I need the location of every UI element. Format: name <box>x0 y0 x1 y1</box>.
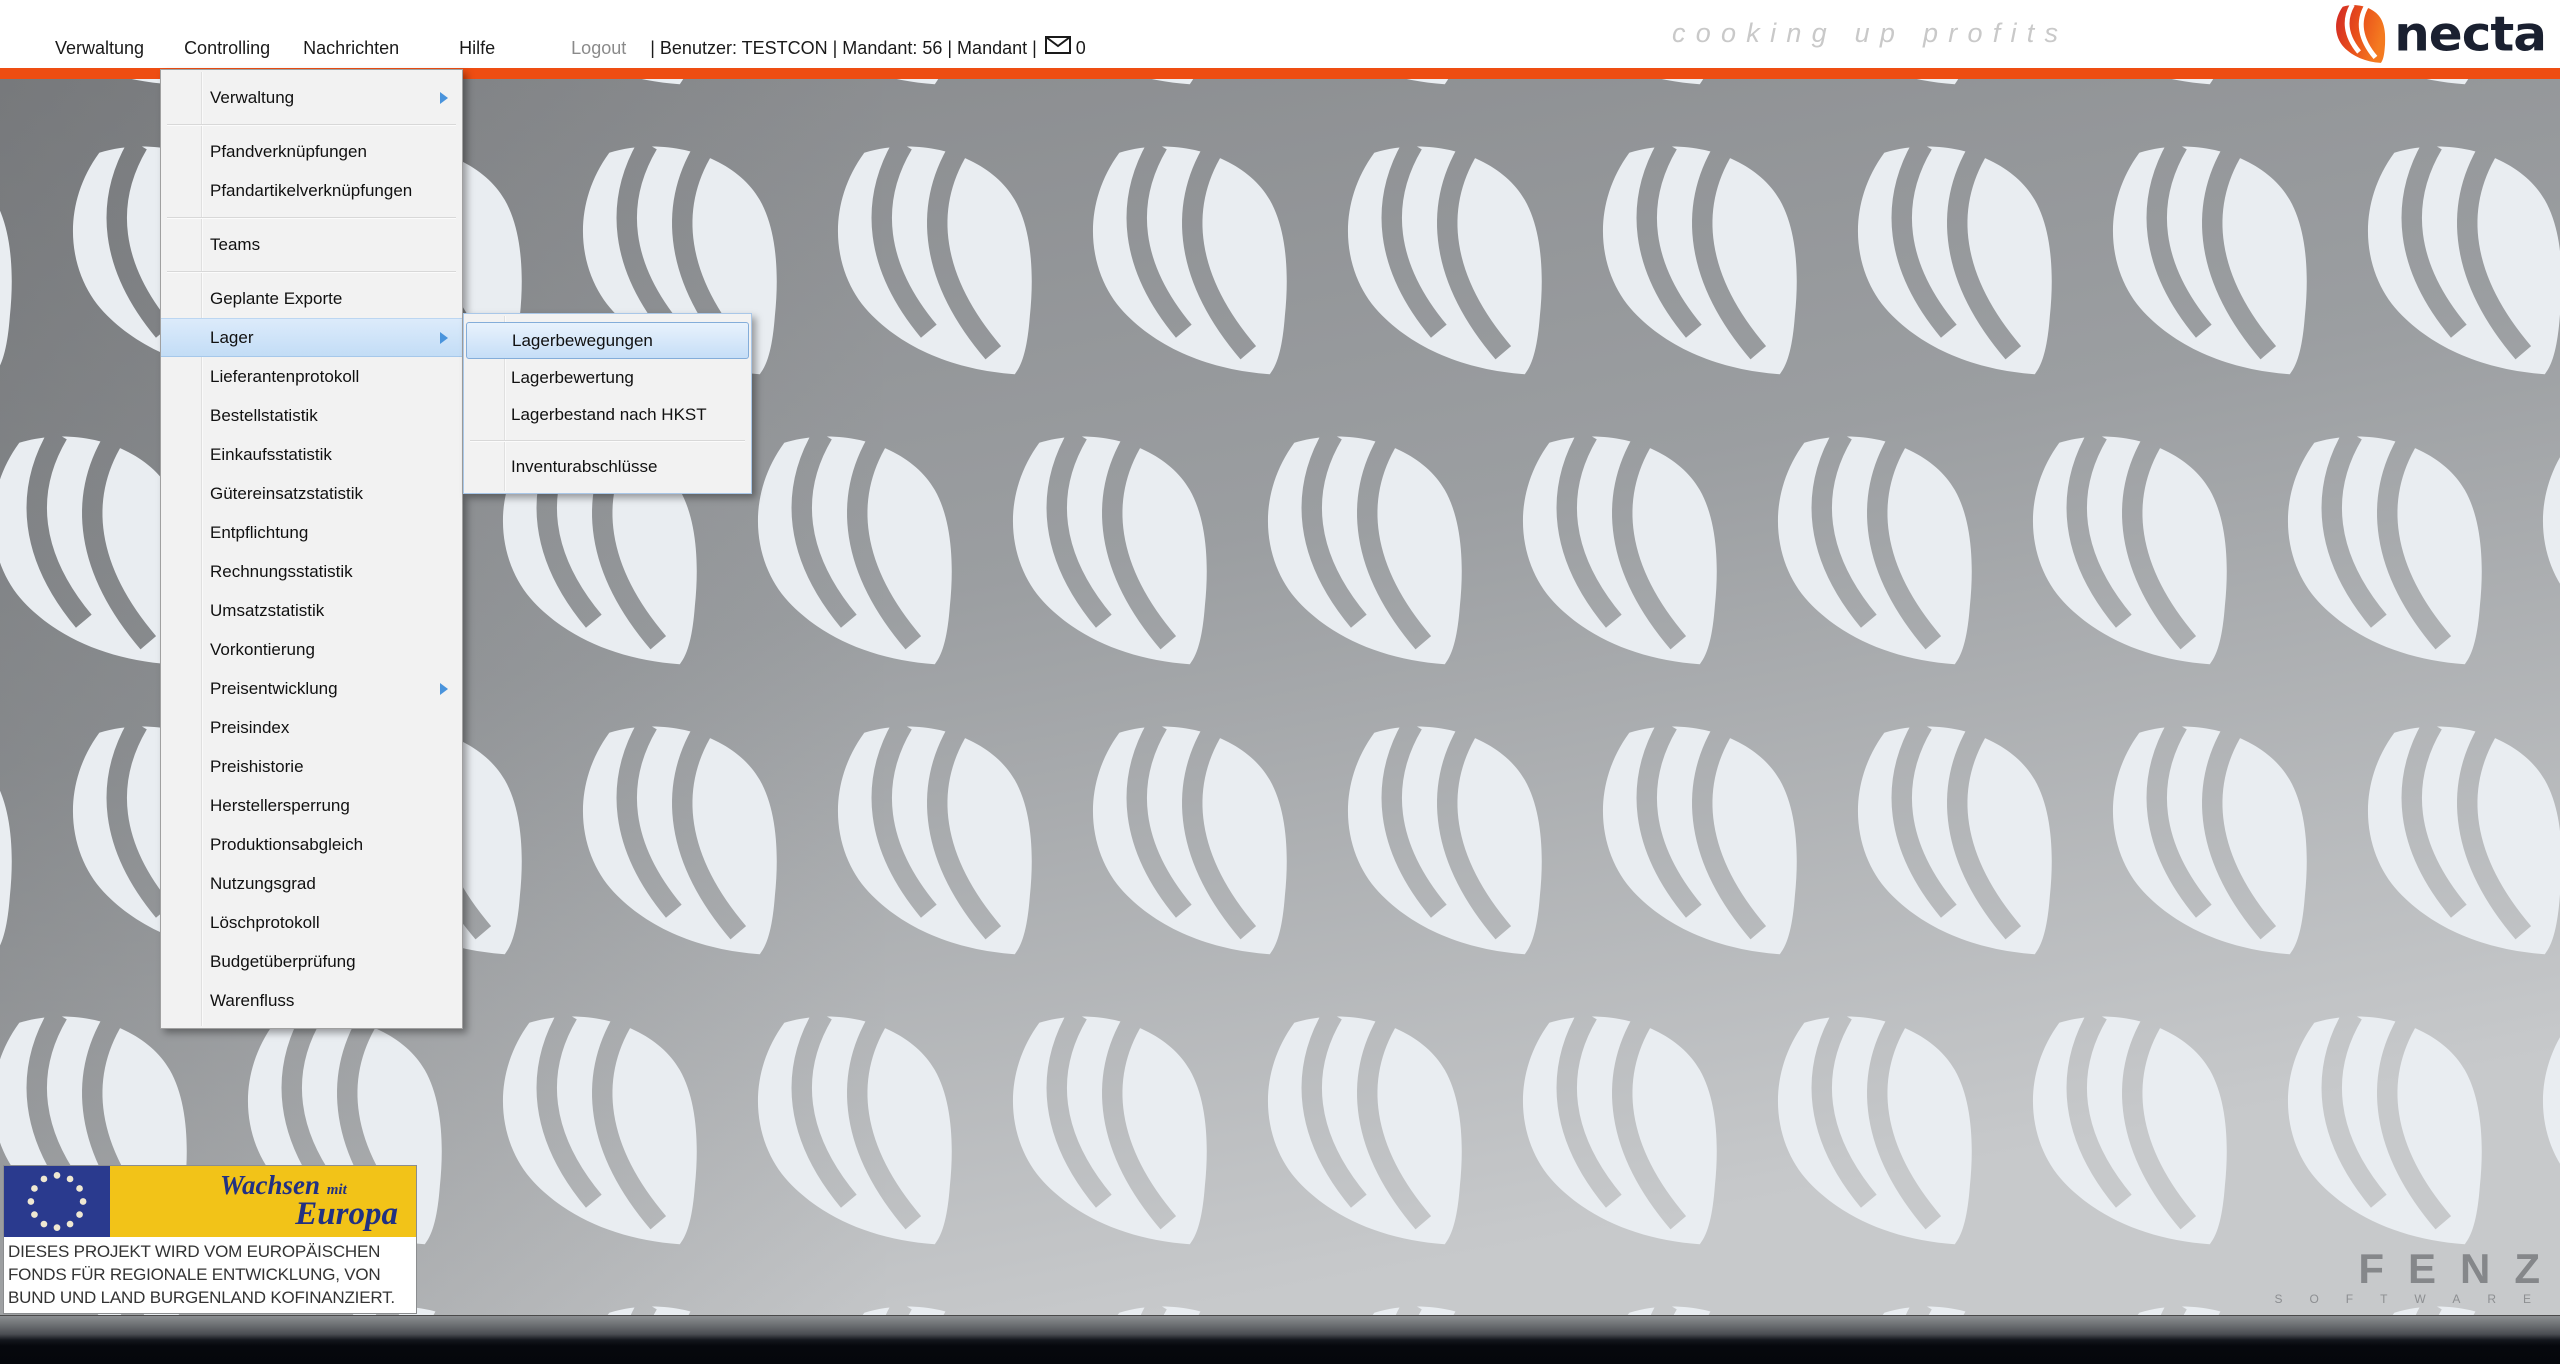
menubar-item-verwaltung[interactable]: Verwaltung <box>55 38 144 59</box>
submenu-item-lagerbewertung[interactable]: Lagerbewertung <box>464 359 751 396</box>
fenz-watermark: FENZ SOFTWARE <box>2274 1249 2560 1306</box>
fenz-subtitle-text: SOFTWARE <box>2274 1292 2560 1306</box>
menu-separator <box>161 210 462 225</box>
eu-flag-icon <box>4 1166 110 1237</box>
submenu-item-inventurabschluesse[interactable]: Inventurabschlüsse <box>464 448 751 485</box>
menu-item-pfandverknuepfungen[interactable]: Pfandverknüpfungen <box>161 132 462 171</box>
menu-item-bestellstatistik[interactable]: Bestellstatistik <box>161 396 462 435</box>
menu-item-verwaltung[interactable]: Verwaltung <box>161 78 462 117</box>
menu-item-umsatzstatistik[interactable]: Umsatzstatistik <box>161 591 462 630</box>
mail-icon[interactable] <box>1045 36 1071 59</box>
necta-logo: necta <box>2330 3 2546 65</box>
brand-wordmark: necta <box>2394 6 2546 62</box>
controlling-dropdown-menu: Verwaltung Pfandverknüpfungen Pfandartik… <box>160 69 463 1029</box>
footer-bar <box>0 1315 2560 1364</box>
eu-banner-text: DIESES PROJEKT WIRD VOM EUROPÄISCHEN FON… <box>4 1237 416 1313</box>
menu-item-warenfluss[interactable]: Warenfluss <box>161 981 462 1020</box>
menubar-item-hilfe[interactable]: Hilfe <box>459 38 495 59</box>
menu-item-einkaufsstatistik[interactable]: Einkaufsstatistik <box>161 435 462 474</box>
menu-item-lager[interactable]: Lager <box>161 318 462 357</box>
submenu-item-lagerbewegungen[interactable]: Lagerbewegungen <box>466 322 749 359</box>
menu-separator <box>464 433 751 448</box>
eu-banner-title: Wachsen mit Europa <box>110 1166 416 1237</box>
menu-item-budgetueberpruefung[interactable]: Budgetüberprüfung <box>161 942 462 981</box>
menu-item-preisindex[interactable]: Preisindex <box>161 708 462 747</box>
submenu-arrow-icon <box>440 332 448 344</box>
mail-count: 0 <box>1076 38 1086 59</box>
eu-funding-banner: Wachsen mit Europa DIESES PROJEKT WIRD V… <box>3 1165 417 1314</box>
tagline: cooking up profits <box>1672 18 2068 49</box>
menu-item-lieferantenprotokoll[interactable]: Lieferantenprotokoll <box>161 357 462 396</box>
menu-item-preishistorie[interactable]: Preishistorie <box>161 747 462 786</box>
menu-item-produktionsabgleich[interactable]: Produktionsabgleich <box>161 825 462 864</box>
menu-item-pfandartikelverknuepfungen[interactable]: Pfandartikelverknüpfungen <box>161 171 462 210</box>
necta-leaf-icon <box>2330 4 2386 64</box>
menubar: Verwaltung Controlling Nachrichten Hilfe… <box>55 36 1086 59</box>
menu-item-entpflichtung[interactable]: Entpflichtung <box>161 513 462 552</box>
menu-item-loeschprotokoll[interactable]: Löschprotokoll <box>161 903 462 942</box>
menu-item-herstellersperrung[interactable]: Herstellersperrung <box>161 786 462 825</box>
menubar-item-controlling[interactable]: Controlling <box>184 38 270 59</box>
user-info-text: | Benutzer: TESTCON | Mandant: 56 | Mand… <box>650 38 1037 59</box>
submenu-arrow-icon <box>440 92 448 104</box>
menu-separator <box>161 117 462 132</box>
menu-item-geplante-exporte[interactable]: Geplante Exporte <box>161 279 462 318</box>
fenz-brand-text: FENZ <box>2274 1249 2560 1289</box>
lager-submenu: Lagerbewegungen Lagerbewertung Lagerbest… <box>463 313 752 494</box>
submenu-arrow-icon <box>440 683 448 695</box>
menubar-item-nachrichten[interactable]: Nachrichten <box>303 38 399 59</box>
menu-item-rechnungsstatistik[interactable]: Rechnungsstatistik <box>161 552 462 591</box>
menu-item-guetereinsatzstatistik[interactable]: Gütereinsatzstatistik <box>161 474 462 513</box>
menu-item-teams[interactable]: Teams <box>161 225 462 264</box>
menu-separator <box>161 264 462 279</box>
menu-item-vorkontierung[interactable]: Vorkontierung <box>161 630 462 669</box>
menu-item-nutzungsgrad[interactable]: Nutzungsgrad <box>161 864 462 903</box>
submenu-item-lagerbestand-nach-hkst[interactable]: Lagerbestand nach HKST <box>464 396 751 433</box>
menu-item-preisentwicklung[interactable]: Preisentwicklung <box>161 669 462 708</box>
header-bar: Verwaltung Controlling Nachrichten Hilfe… <box>0 0 2560 68</box>
logout-link[interactable]: Logout <box>571 38 626 59</box>
